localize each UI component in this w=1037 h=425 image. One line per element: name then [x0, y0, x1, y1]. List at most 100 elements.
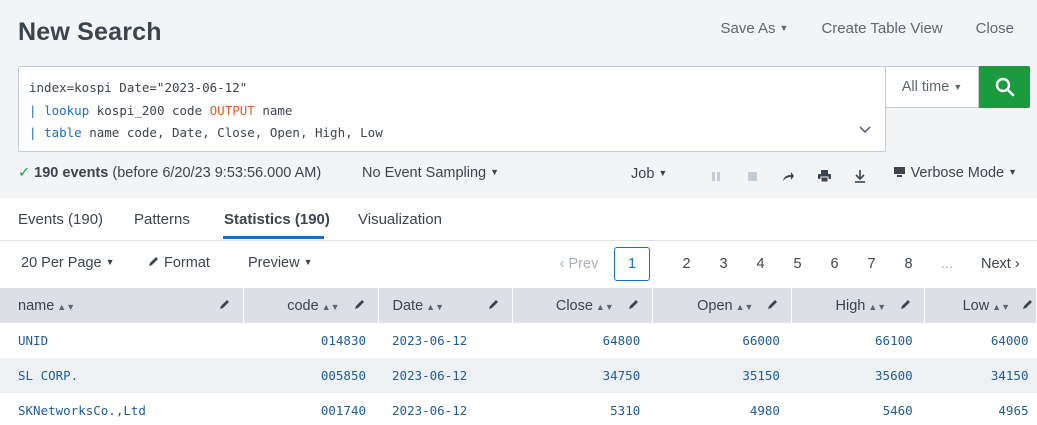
event-time-info: (before 6/20/23 9:53:56.000 AM) — [112, 165, 322, 181]
cell-open[interactable]: 4980 — [652, 393, 792, 425]
header-label: Close — [555, 297, 593, 314]
search-query-editor[interactable]: index=kospi Date="2023-06-12" | lookup k… — [18, 66, 886, 152]
chevron-down-icon: ▼ — [953, 82, 963, 92]
chevron-right-icon: › — [1014, 256, 1020, 272]
cell-name[interactable]: SKNetworksCo.,Ltd — [0, 393, 244, 425]
preview-dropdown[interactable]: Preview ▼ — [248, 255, 313, 271]
download-icon[interactable] — [842, 167, 878, 185]
job-menu[interactable]: Job ▼ — [631, 166, 667, 182]
page-1[interactable]: 1 — [614, 247, 650, 281]
sort-icon[interactable]: ▲▼ — [868, 302, 886, 312]
active-tab-indicator — [223, 236, 324, 239]
table-row[interactable]: UNID 014830 2023-06-12 64800 66000 66100… — [0, 323, 1037, 358]
job-controls — [698, 167, 878, 185]
sort-icon[interactable]: ▲▼ — [596, 302, 614, 312]
sort-icon[interactable]: ▲▼ — [736, 302, 754, 312]
cell-name[interactable]: UNID — [0, 323, 244, 358]
search-button[interactable] — [979, 66, 1030, 108]
cell-code[interactable]: 014830 — [243, 323, 379, 358]
print-icon[interactable] — [806, 167, 842, 185]
page-4[interactable]: 4 — [742, 256, 779, 272]
page-title: New Search — [18, 18, 162, 46]
page-8[interactable]: 8 — [890, 256, 927, 272]
column-header-code[interactable]: code ▲▼ — [243, 288, 379, 323]
cell-open[interactable]: 66000 — [652, 323, 792, 358]
close-button[interactable]: Close — [976, 20, 1014, 37]
cell-date[interactable]: 2023-06-12 — [378, 358, 513, 393]
page-6[interactable]: 6 — [816, 256, 853, 272]
tab-statistics[interactable]: Statistics (190) — [224, 211, 330, 228]
per-page-dropdown[interactable]: 20 Per Page ▼ — [21, 255, 115, 271]
create-table-view-button[interactable]: Create Table View — [821, 20, 942, 37]
pencil-icon — [148, 255, 164, 271]
save-as-button[interactable]: Save As ▼ — [720, 20, 788, 37]
pencil-icon[interactable] — [1022, 298, 1034, 314]
page-5[interactable]: 5 — [779, 256, 816, 272]
query-line-2: | lookup kospi_200 code OUTPUT name — [29, 100, 875, 123]
cell-low[interactable]: 34150 — [924, 358, 1037, 393]
results-toolbar: 20 Per Page ▼ Format Preview ▼ ‹ Prev 1 2 … — [0, 241, 1037, 288]
save-as-label: Save As — [720, 20, 776, 37]
expand-chevron-icon[interactable] — [859, 123, 871, 137]
query-line-3: | table name code, Date, Close, Open, Hi… — [29, 122, 875, 145]
cell-close[interactable]: 5310 — [512, 393, 653, 425]
tab-events[interactable]: Events (190) — [18, 211, 103, 228]
search-mode-dropdown[interactable]: Verbose Mode ▼ — [893, 165, 1017, 181]
table-row[interactable]: SL CORP. 005850 2023-06-12 34750 35150 3… — [0, 358, 1037, 393]
column-header-open[interactable]: Open ▲▼ — [652, 288, 793, 323]
table-row[interactable]: SKNetworksCo.,Ltd 001740 2023-06-12 5310… — [0, 393, 1037, 425]
pencil-icon[interactable] — [900, 298, 912, 314]
share-icon[interactable] — [770, 167, 806, 185]
cell-high[interactable]: 5460 — [791, 393, 925, 425]
column-header-low[interactable]: Low ▲▼ — [924, 288, 1037, 323]
page-3[interactable]: 3 — [705, 256, 742, 272]
cell-low[interactable]: 64000 — [924, 323, 1037, 358]
header-label: name — [18, 297, 55, 314]
pencil-icon[interactable] — [488, 298, 500, 314]
cell-close[interactable]: 64800 — [512, 323, 653, 358]
pencil-icon[interactable] — [767, 298, 779, 314]
chevron-down-icon: ▼ — [1008, 167, 1017, 177]
chevron-left-icon: ‹ — [559, 256, 565, 272]
column-header-name[interactable]: name ▲▼ — [0, 288, 244, 323]
event-sampling-dropdown[interactable]: No Event Sampling ▼ — [362, 165, 499, 181]
cell-date[interactable]: 2023-06-12 — [378, 323, 513, 358]
cell-open[interactable]: 35150 — [652, 358, 792, 393]
chevron-down-icon: ▼ — [105, 257, 115, 267]
prev-page-button[interactable]: ‹ Prev — [544, 256, 614, 272]
results-tabs: Events (190) Patterns Statistics (190) V… — [0, 198, 1037, 241]
sort-icon[interactable]: ▲▼ — [322, 302, 340, 312]
chevron-down-icon: ▼ — [303, 257, 313, 267]
pencil-icon[interactable] — [628, 298, 640, 314]
format-label: Format — [164, 255, 210, 271]
column-header-date[interactable]: Date ▲▼ — [378, 288, 514, 323]
next-page-button[interactable]: Next › — [967, 256, 1037, 272]
column-header-close[interactable]: Close ▲▼ — [512, 288, 653, 323]
cell-low[interactable]: 4965 — [924, 393, 1037, 425]
page-7[interactable]: 7 — [853, 256, 890, 272]
cell-code[interactable]: 001740 — [243, 393, 379, 425]
tab-patterns[interactable]: Patterns — [134, 211, 190, 228]
pause-icon[interactable] — [698, 167, 734, 185]
pencil-icon[interactable] — [219, 298, 231, 314]
pipe-symbol: | — [29, 125, 45, 140]
sort-icon[interactable]: ▲▼ — [57, 302, 75, 312]
column-header-high[interactable]: High ▲▼ — [791, 288, 926, 323]
cell-name[interactable]: SL CORP. — [0, 358, 244, 393]
cell-date[interactable]: 2023-06-12 — [378, 393, 513, 425]
cell-close[interactable]: 34750 — [512, 358, 653, 393]
cell-high[interactable]: 35600 — [791, 358, 925, 393]
sort-icon[interactable]: ▲▼ — [426, 302, 444, 312]
sort-icon[interactable]: ▲▼ — [992, 302, 1010, 312]
mode-label: Verbose Mode — [910, 165, 1005, 181]
format-button[interactable]: Format — [148, 255, 210, 271]
pencil-icon[interactable] — [354, 298, 366, 314]
time-range-picker[interactable]: All time ▼ — [886, 66, 979, 108]
stop-icon[interactable] — [734, 167, 770, 185]
header-label: code — [287, 297, 319, 314]
chevron-down-icon: ▼ — [490, 167, 500, 177]
page-2[interactable]: 2 — [668, 256, 705, 272]
cell-code[interactable]: 005850 — [243, 358, 379, 393]
tab-visualization[interactable]: Visualization — [358, 211, 442, 228]
cell-high[interactable]: 66100 — [791, 323, 925, 358]
